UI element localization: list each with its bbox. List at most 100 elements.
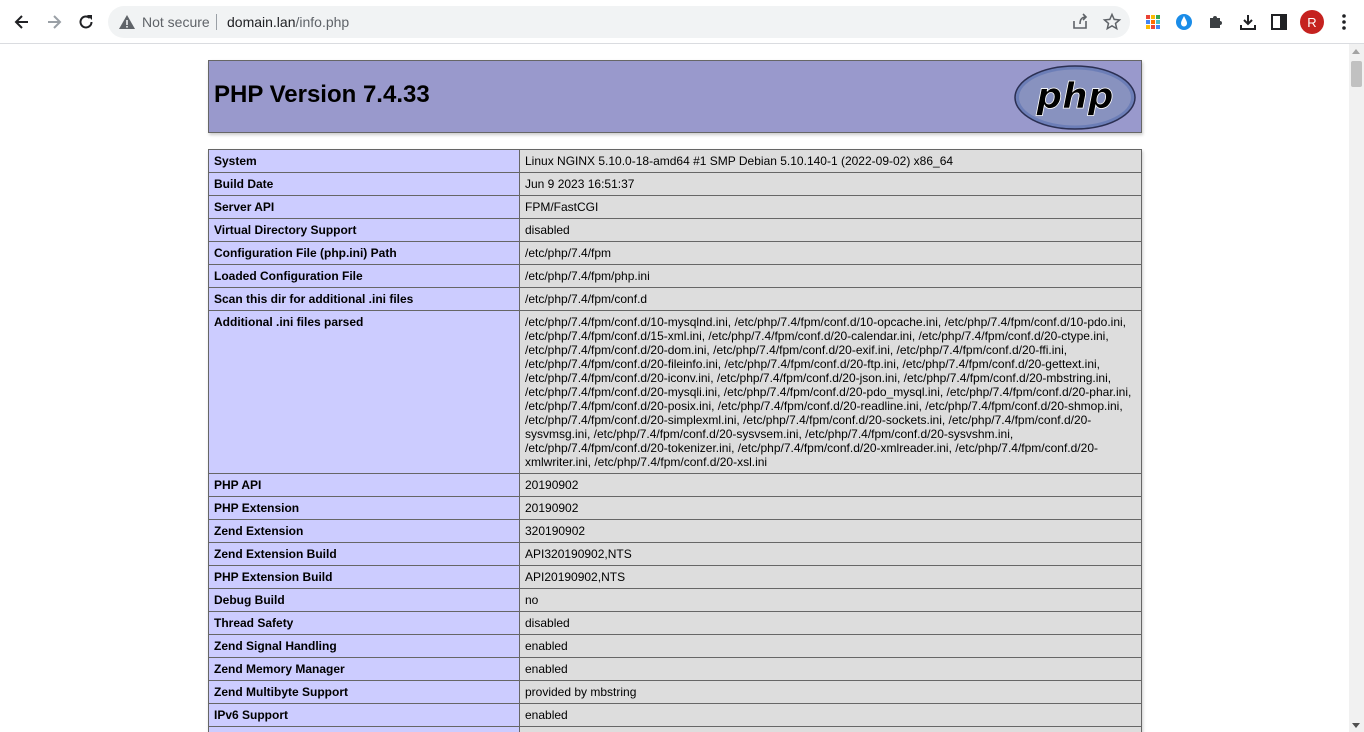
url-path: /info.php (295, 14, 350, 30)
extension-drop-icon (1176, 14, 1192, 30)
menu-icon (1342, 14, 1346, 30)
page-title: PHP Version 7.4.33 (214, 81, 430, 108)
table-row: IPv6 Support enabled (208, 703, 1142, 727)
vertical-scrollbar[interactable] (1349, 44, 1364, 732)
svg-text:php: php (1035, 76, 1113, 117)
row-value: 20190902 (519, 473, 1142, 497)
row-key: Thread Safety (208, 611, 520, 635)
reload-icon (79, 15, 93, 29)
omnibox-divider (216, 14, 217, 30)
extensions-button[interactable] (1201, 7, 1231, 37)
puzzle-icon (1210, 16, 1222, 28)
phpinfo-container: PHP Version 7.4.33 php System Linux NGINX… (208, 60, 1142, 732)
row-key: Zend Signal Handling (208, 634, 520, 658)
row-value: 20190902 (519, 496, 1142, 520)
row-key: Loaded Configuration File (208, 264, 520, 288)
scroll-up-icon[interactable] (1352, 49, 1360, 54)
row-value: Linux NGINX 5.10.0-18-amd64 #1 SMP Debia… (519, 149, 1142, 173)
php-logo[interactable]: php (1014, 65, 1136, 130)
forward-button[interactable] (39, 7, 69, 37)
row-value: available, disabled (519, 726, 1142, 732)
row-key: Virtual Directory Support (208, 218, 520, 242)
row-value: API320190902,NTS (519, 542, 1142, 566)
row-value: no (519, 588, 1142, 612)
table-row: Zend Memory Manager enabled (208, 657, 1142, 681)
page-viewport: PHP Version 7.4.33 php System Linux NGINX… (0, 44, 1349, 732)
row-value: /etc/php/7.4/fpm/conf.d/10-mysqlnd.ini, … (519, 310, 1142, 474)
security-label[interactable]: Not secure (142, 14, 210, 30)
menu-button[interactable] (1329, 7, 1359, 37)
scroll-down-icon[interactable] (1352, 723, 1360, 728)
table-row: Server API FPM/FastCGI (208, 195, 1142, 219)
row-key: Configuration File (php.ini) Path (208, 241, 520, 265)
row-value: /etc/php/7.4/fpm/conf.d (519, 287, 1142, 311)
row-key: IPv6 Support (208, 703, 520, 727)
row-key: Zend Memory Manager (208, 657, 520, 681)
table-row: PHP API 20190902 (208, 473, 1142, 497)
share-icon[interactable] (1070, 12, 1090, 32)
back-icon (14, 15, 28, 29)
profile-avatar[interactable]: R (1300, 10, 1324, 34)
row-key: Zend Multibyte Support (208, 680, 520, 704)
row-key: System (208, 149, 520, 173)
downloads-button[interactable] (1233, 7, 1263, 37)
table-row: Build Date Jun 9 2023 16:51:37 (208, 172, 1142, 196)
row-value: /etc/php/7.4/fpm/php.ini (519, 264, 1142, 288)
address-bar[interactable]: Not secure domain.lan/info.php (108, 6, 1130, 38)
row-key: Build Date (208, 172, 520, 196)
star-icon[interactable] (1102, 12, 1122, 32)
table-row: Configuration File (php.ini) Path/etc/ph… (208, 241, 1142, 265)
row-value: enabled (519, 703, 1142, 727)
extension-grid-button[interactable] (1138, 7, 1168, 37)
table-row: Virtual Directory Support disabled (208, 218, 1142, 242)
side-panel-icon (1271, 14, 1287, 30)
row-value: 320190902 (519, 519, 1142, 543)
warning-icon (119, 15, 135, 29)
extension-grid-icon (1146, 15, 1160, 29)
table-row: DTrace Supportavailable, disabled (208, 726, 1142, 732)
row-value: provided by mbstring (519, 680, 1142, 704)
table-row: System Linux NGINX 5.10.0-18-amd64 #1 SMP… (208, 149, 1142, 173)
back-button[interactable] (7, 7, 37, 37)
row-key: Debug Build (208, 588, 520, 612)
table-row: Zend Signal Handling enabled (208, 634, 1142, 658)
table-row: Zend Multibyte Support provided by mbstri… (208, 680, 1142, 704)
row-value: Jun 9 2023 16:51:37 (519, 172, 1142, 196)
row-value: enabled (519, 634, 1142, 658)
info-table: System Linux NGINX 5.10.0-18-amd64 #1 SMP… (208, 149, 1142, 732)
row-key: Server API (208, 195, 520, 219)
scroll-thumb[interactable] (1351, 61, 1362, 87)
table-row: Zend Extension Build API320190902,NTS (208, 542, 1142, 566)
table-row: Additional .ini files parsed/etc/php/7.4… (208, 310, 1142, 474)
row-value: /etc/php/7.4/fpm (519, 241, 1142, 265)
url-text[interactable]: domain.lan/info.php (227, 14, 349, 30)
table-row: Zend Extension 320190902 (208, 519, 1142, 543)
table-row: Loaded Configuration File/etc/php/7.4/fp… (208, 264, 1142, 288)
row-key: Zend Extension Build (208, 542, 520, 566)
row-value: disabled (519, 218, 1142, 242)
extension-drop-button[interactable] (1169, 7, 1199, 37)
row-value: API20190902,NTS (519, 565, 1142, 589)
row-key: PHP API (208, 473, 520, 497)
table-row: PHP Extension Build API20190902,NTS (208, 565, 1142, 589)
row-value: disabled (519, 611, 1142, 635)
row-key: PHP Extension (208, 496, 520, 520)
url-host: domain.lan (227, 14, 296, 30)
table-row: Debug Build no (208, 588, 1142, 612)
forward-icon (48, 15, 62, 29)
reload-button[interactable] (71, 7, 101, 37)
table-row: PHP Extension 20190902 (208, 496, 1142, 520)
row-key: Zend Extension (208, 519, 520, 543)
browser-toolbar: Not secure domain.lan/info.php R (0, 0, 1364, 44)
row-key: PHP Extension Build (208, 565, 520, 589)
row-key: Scan this dir for additional .ini files (208, 287, 520, 311)
row-value: enabled (519, 657, 1142, 681)
row-key: DTrace Support (208, 726, 520, 732)
table-row: Thread Safety disabled (208, 611, 1142, 635)
phpinfo-header: PHP Version 7.4.33 php (208, 60, 1142, 133)
table-row: Scan this dir for additional .ini files /… (208, 287, 1142, 311)
side-panel-button[interactable] (1264, 7, 1294, 37)
row-value: FPM/FastCGI (519, 195, 1142, 219)
row-key: Additional .ini files parsed (208, 310, 520, 474)
download-icon (1240, 15, 1256, 30)
